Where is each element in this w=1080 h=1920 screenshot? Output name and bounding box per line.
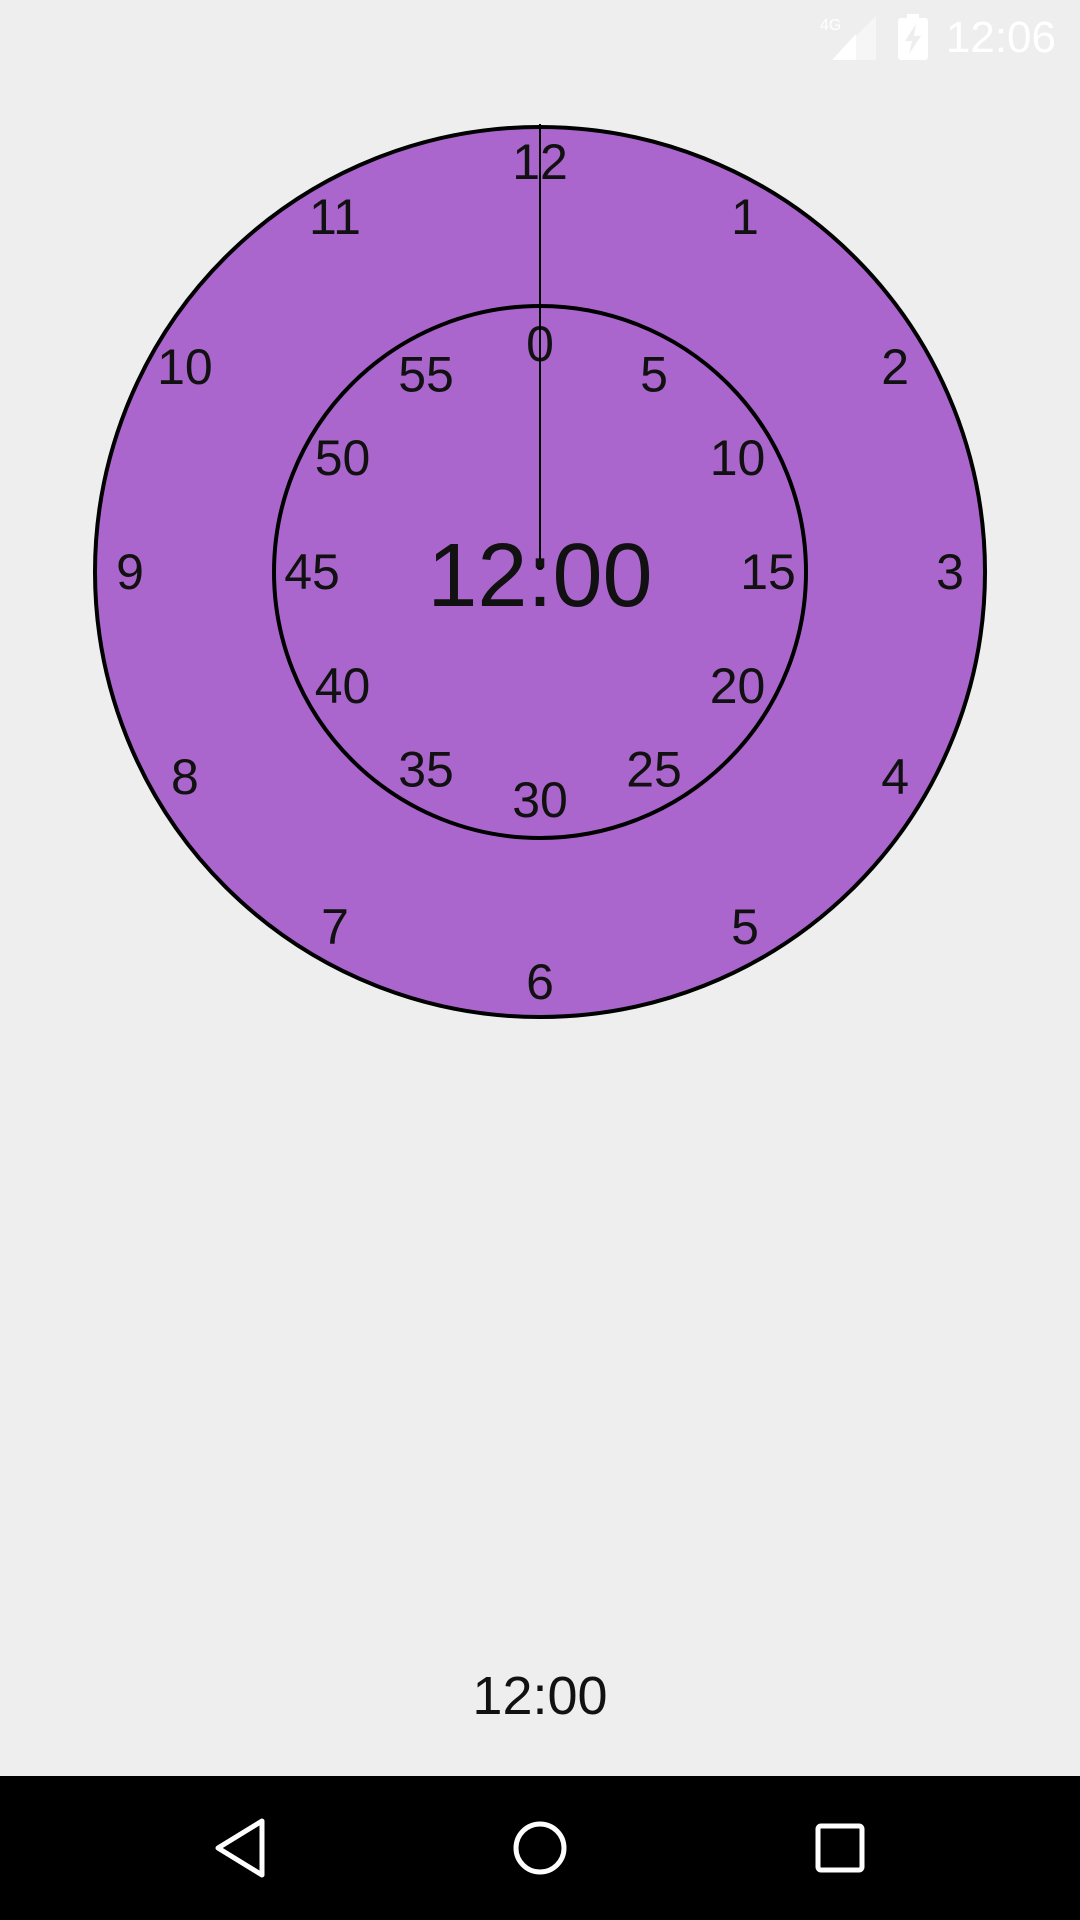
clock-widget[interactable]: 12 1 2 3 4 5 6 7 8 9 10 11 0 5 10 15 20 25 30 35 40 45 50 55 1… [0, 0, 1080, 1100]
hour-label-6: 6 [526, 954, 554, 1010]
minute-label-15: 15 [740, 544, 796, 600]
minute-label-45: 45 [284, 544, 340, 600]
hour-label-11: 11 [309, 189, 361, 245]
recents-button[interactable] [750, 1776, 930, 1920]
back-icon [215, 1818, 265, 1878]
minute-label-55: 55 [398, 347, 454, 403]
minute-label-20: 20 [710, 658, 766, 714]
hour-label-5: 5 [731, 899, 759, 955]
home-button[interactable] [450, 1776, 630, 1920]
navigation-bar [0, 1776, 1080, 1920]
recents-icon [815, 1823, 865, 1873]
minute-label-5: 5 [640, 347, 668, 403]
minute-label-35: 35 [398, 742, 454, 798]
hour-label-3: 3 [936, 544, 964, 600]
minute-label-25: 25 [626, 742, 682, 798]
clock-face[interactable]: 121234567891011 0510152025303540455055 1… [0, 0, 1080, 1100]
hour-label-4: 4 [881, 749, 909, 805]
hour-label-10: 10 [157, 339, 213, 395]
hour-label-8: 8 [171, 749, 199, 805]
hour-label-2: 2 [881, 339, 909, 395]
selected-time-text: 12:00 [472, 1666, 608, 1726]
hour-label-9: 9 [116, 544, 144, 600]
minute-label-40: 40 [315, 658, 371, 714]
back-button[interactable] [150, 1776, 330, 1920]
center-time: 12:00 [427, 526, 652, 626]
home-icon [513, 1821, 567, 1875]
minute-label-30: 30 [512, 772, 568, 828]
hour-label-1: 1 [731, 189, 759, 245]
hour-label-7: 7 [321, 899, 349, 955]
minute-label-50: 50 [315, 430, 371, 486]
minute-label-10: 10 [710, 430, 766, 486]
